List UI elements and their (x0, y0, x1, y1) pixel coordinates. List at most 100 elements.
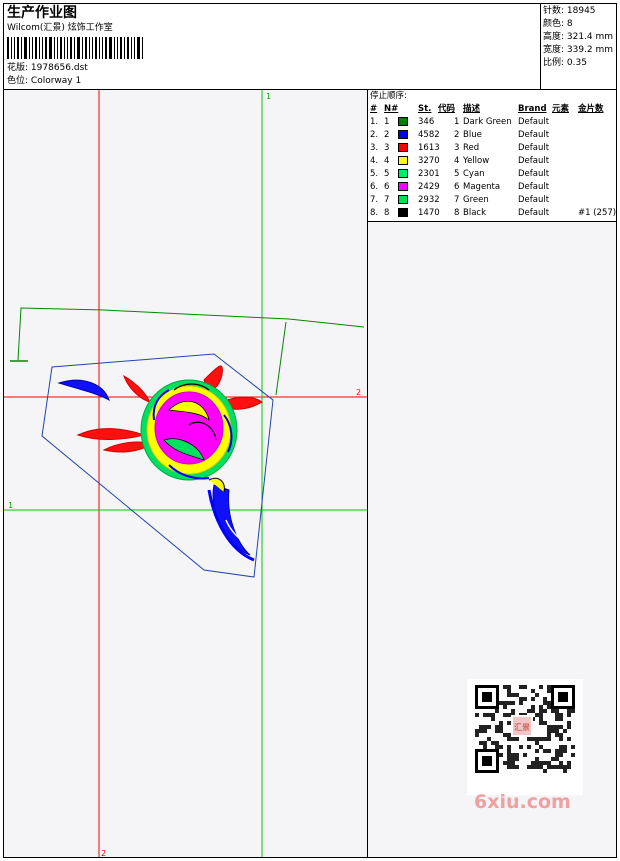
design-stats: 针数: 18945 颜色: 8 高度: 321.4 mm 宽度: 339.2 m… (541, 4, 616, 90)
guide-label-green-top: 1 (266, 92, 271, 101)
studio-name: Wilcom(汇景) 炫饰工作室 (7, 23, 113, 33)
barcode-bar (134, 37, 135, 59)
barcode-bar (82, 37, 83, 59)
row-code: 3 (454, 143, 460, 153)
row-description: Red (463, 143, 480, 153)
watermark: 6xiu.com (474, 791, 571, 813)
color-count: 颜色: 8 (543, 19, 573, 29)
barcode-bar (102, 37, 103, 59)
row-code: 4 (454, 156, 460, 166)
barcode-bar (45, 37, 47, 59)
row-code: 6 (454, 182, 460, 192)
page-title: 生产作业图 (7, 5, 77, 21)
row-brand: Default (518, 130, 550, 140)
guide-label-red-right: 2 (356, 388, 361, 397)
barcode-bar (54, 37, 55, 59)
row-description: Blue (463, 130, 482, 140)
barcode-bar (32, 37, 33, 59)
row-description: Magenta (463, 182, 501, 192)
table-row: 2. 2 4582 2 Blue Default (368, 129, 616, 142)
barcode-bar (42, 37, 43, 59)
barcode-bar (11, 37, 12, 59)
row-brand: Default (518, 156, 550, 166)
row-code: 5 (454, 169, 460, 179)
stop-sequence-table: 停止顺序: # N# St. 代码 描述 Brand 元素 金片数 1. 1 346… (368, 90, 616, 222)
barcode-bar (39, 37, 40, 59)
table-row: 4. 4 3270 4 Yellow Default (368, 155, 616, 168)
color-swatch (398, 117, 408, 126)
design-value: 1978656.dst (30, 63, 88, 73)
barcode-bar (95, 37, 97, 59)
row-brand: Default (518, 208, 550, 218)
colorway-line: 色位: Colorway 1 (7, 76, 81, 87)
row-brand: Default (518, 182, 550, 192)
table-row: 1. 1 346 1 Dark Green Default (368, 116, 616, 129)
row-number: 2 (384, 130, 390, 140)
row-description: Yellow (463, 156, 490, 166)
table-row: 3. 3 1613 3 Red Default (368, 142, 616, 155)
design-label: 花版: (7, 63, 29, 73)
guide-label-green-left: 1 (8, 501, 13, 510)
table-row: 7. 7 2932 7 Green Default (368, 194, 616, 207)
colorway-label: 色位: (7, 76, 29, 86)
row-index: 8. (370, 208, 379, 218)
barcode-bar (57, 37, 58, 59)
row-description: Cyan (463, 169, 485, 179)
row-number: 3 (384, 143, 390, 153)
color-swatch (398, 143, 408, 152)
barcode-bar (131, 37, 132, 59)
table-row: 5. 5 2301 5 Cyan Default (368, 168, 616, 181)
row-code: 8 (454, 208, 460, 218)
embroidery-preview: 1 2 1 2 (4, 90, 367, 857)
row-number: 1 (384, 117, 390, 127)
color-swatch (398, 169, 408, 178)
row-index: 1. (370, 117, 379, 127)
barcode-bar (67, 37, 68, 59)
barcode-bar (7, 37, 9, 59)
barcode-bar (64, 37, 65, 59)
design-height: 高度: 321.4 mm (543, 32, 614, 42)
row-code: 2 (454, 130, 460, 140)
barcode-bar (14, 37, 15, 59)
row-number: 7 (384, 195, 390, 205)
barcode (7, 37, 145, 59)
row-number: 4 (384, 156, 390, 166)
barcode-bar (70, 37, 72, 59)
row-index: 2. (370, 130, 379, 140)
row-stitches: 4582 (418, 130, 440, 140)
row-description: Dark Green (463, 117, 512, 127)
barcode-bar (124, 37, 125, 59)
design-scale: 比例: 0.35 (543, 58, 587, 68)
barcode-bar (114, 37, 115, 59)
row-code: 7 (454, 195, 460, 205)
color-swatch (398, 182, 408, 191)
barcode-bar (49, 37, 52, 59)
row-stitches: 1470 (418, 208, 440, 218)
qr-code-icon: 汇景 (475, 685, 575, 773)
table-header: # N# St. 代码 描述 Brand 元素 金片数 (368, 103, 616, 116)
barcode-bar (85, 37, 87, 59)
frame-line-dark-green (17, 307, 365, 361)
guide-label-red-bottom: 2 (101, 849, 106, 857)
barcode-bar (89, 37, 90, 59)
stitch-count: 针数: 18945 (543, 6, 596, 16)
color-swatch (398, 130, 408, 139)
row-stitches: 2932 (418, 195, 440, 205)
row-sequins: #1 (257) (578, 208, 617, 218)
barcode-bar (120, 37, 122, 59)
barcode-bar (17, 37, 19, 59)
col-header-stitches: St. (418, 104, 432, 114)
row-description: Black (463, 208, 486, 218)
barcode-bar (109, 37, 112, 59)
row-number: 6 (384, 182, 390, 192)
col-header-number: N# (384, 104, 399, 114)
barcode-bar (99, 37, 100, 59)
row-brand: Default (518, 169, 550, 179)
barcode-bar (29, 37, 30, 59)
barcode-bar (21, 37, 22, 59)
design-canvas[interactable]: 1 2 1 2 (4, 90, 368, 857)
barcode-bar (142, 37, 143, 59)
design-line: 花版: 1978656.dst (7, 63, 88, 74)
row-index: 4. (370, 156, 379, 166)
row-stitches: 1613 (418, 143, 440, 153)
